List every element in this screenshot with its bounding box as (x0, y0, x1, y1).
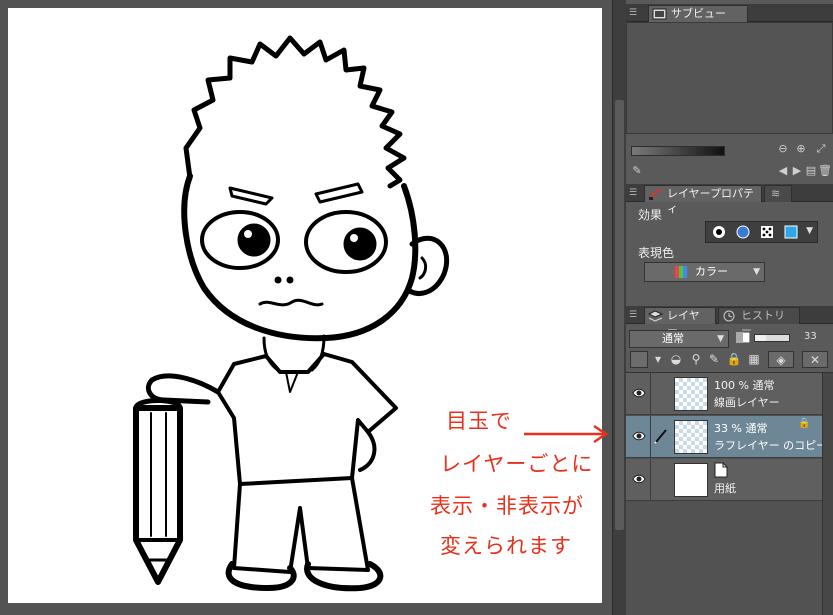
layer-color-icon[interactable] (784, 225, 798, 239)
next-image-icon[interactable]: ▶ (790, 164, 804, 178)
expression-color-select[interactable]: カラー ▼ (644, 262, 765, 282)
ruler-icon[interactable]: ✕ (802, 351, 828, 368)
zoom-out-icon[interactable]: ⊖ (776, 142, 790, 156)
canvas-vertical-scrollbar[interactable] (612, 0, 626, 615)
layer-opacity-blend: 100 % 通常 (714, 379, 775, 392)
tab-layer[interactable]: レイヤー (644, 307, 716, 337)
clip-studio-window: 目玉で レイヤーごとに 表示・非表示が 変えられます ☰ サブビュー ⊖ ⊕ ⤢… (0, 0, 833, 615)
eye-icon[interactable] (632, 387, 646, 399)
color-swatch-icon (675, 266, 687, 278)
lock-icon[interactable]: 🔒 (726, 351, 742, 368)
opacity-value[interactable]: 33 (804, 331, 817, 342)
layer-thumbnail (674, 463, 708, 497)
layer-color-swatch-icon[interactable] (630, 351, 648, 368)
panel-menu-icon[interactable]: ☰ (629, 310, 638, 320)
tab-subview[interactable]: サブビュー (648, 5, 748, 22)
layer-toolbar-tools: ▾ ◒ ⚲ ✎ 🔒 ▦ ◈ ✕ (626, 349, 833, 371)
scrollbar-thumb[interactable] (615, 100, 624, 530)
panel-menu-icon[interactable]: ☰ (629, 8, 638, 18)
blend-mode-value: 通常 (662, 332, 684, 345)
layer-row-rough-copy[interactable]: 33 % 通常 ラフレイヤー のコピー 🔒 (626, 416, 827, 458)
subview-icon (652, 8, 667, 20)
chevron-down-icon[interactable]: ▼ (806, 226, 813, 236)
layer-row-divider (650, 373, 651, 415)
layer-opacity-blend: 33 % 通常 (714, 422, 768, 435)
tab-layer-search[interactable]: ≋ (764, 185, 792, 202)
annotation-line-1: 目玉で (446, 409, 512, 433)
chevron-down-icon[interactable]: ▾ (650, 351, 666, 368)
lock-transparency-icon[interactable]: ▦ (746, 351, 762, 368)
layer-row-lineart[interactable]: 100 % 通常 線画レイヤー (626, 373, 822, 415)
prev-image-icon[interactable]: ◀ (776, 164, 790, 178)
zoom-in-icon[interactable]: ⊕ (794, 142, 808, 156)
layer-thumbnail (674, 420, 708, 454)
layer-row-paper[interactable]: 用紙 (626, 459, 822, 501)
eye-icon[interactable] (632, 430, 646, 442)
chevron-down-icon: ▼ (717, 334, 724, 344)
trash-icon[interactable]: 🗑 (818, 164, 832, 178)
tab-layer-property[interactable]: レイヤープロパティ (644, 185, 762, 215)
tab-history[interactable]: ヒストリー (718, 307, 800, 337)
border-effect-icon[interactable] (712, 225, 726, 239)
layer-property-header: ☰ レイヤープロパティ ≋ (626, 184, 833, 215)
canvas-area[interactable]: 目玉で レイヤーごとに 表示・非表示が 変えられます (0, 0, 612, 615)
layer-name: 線画レイヤー (714, 396, 780, 409)
fit-view-icon[interactable]: ⤢ (814, 142, 828, 156)
draft-layer-icon[interactable]: ✎ (706, 351, 722, 368)
color-effect-icon[interactable] (736, 225, 750, 239)
subview-gradient-bar (631, 146, 725, 156)
layer-stack-icon: ≋ (771, 187, 781, 200)
chevron-down-icon: ▼ (753, 267, 760, 277)
blend-mode-select[interactable]: 通常 ▼ (629, 330, 729, 348)
expression-color-value: カラー (695, 265, 728, 278)
layer-icon (648, 310, 663, 322)
layer-panel-header: ☰ レイヤー ヒストリー (626, 306, 833, 337)
subview-area[interactable] (626, 22, 833, 134)
opacity-icon (736, 332, 750, 343)
paper-layer-icon (714, 462, 728, 478)
clip-layer-icon[interactable]: ◒ (668, 351, 684, 368)
eye-icon[interactable] (632, 473, 646, 485)
tab-subview-label: サブビュー (671, 7, 726, 20)
subview-tools: ⊖ ⊕ ⤢ ✎ ◀ ▶ ▤ 🗑 (626, 136, 833, 182)
mask-icon[interactable]: ◈ (768, 351, 794, 368)
layer-thumbnail (674, 377, 708, 411)
layer-list-scrollbar[interactable] (822, 373, 833, 615)
reference-layer-icon[interactable]: ⚲ (688, 351, 704, 368)
lock-icon: 🔒 (798, 418, 811, 429)
subview-header: ☰ サブビュー (626, 4, 833, 22)
layer-property-icon (649, 188, 662, 200)
effect-label: 効果 (638, 208, 663, 222)
layer-toolbar-blend: 通常 ▼ 33 (626, 327, 833, 349)
right-panel: ☰ サブビュー ⊖ ⊕ ⤢ ✎ ◀ ▶ ▤ 🗑 ☰ レイヤープロパティ ≋ 効果… (626, 0, 833, 615)
opacity-slider[interactable] (754, 334, 790, 342)
tone-effect-icon[interactable] (760, 225, 774, 239)
history-icon (723, 310, 735, 322)
annotation-line-4: 変えられます (440, 534, 572, 558)
layer-name: 用紙 (714, 482, 736, 495)
open-folder-icon[interactable]: ▤ (804, 164, 818, 178)
effect-buttons: ▼ (705, 221, 818, 243)
tab-layer-property-label: レイヤープロパティ (667, 187, 755, 215)
annotation-line-3: 表示・非表示が (430, 494, 584, 518)
opacity-slider-fill (755, 335, 767, 341)
annotation-line-2: レイヤーごとに (440, 452, 594, 476)
layer-row-divider (650, 416, 651, 458)
eyedropper-icon[interactable]: ✎ (630, 164, 644, 178)
layer-list: 100 % 通常 線画レイヤー 33 % 通常 ラフレイヤー のコピー 🔒 用紙 (626, 372, 833, 615)
layer-name: ラフレイヤー のコピー (714, 439, 828, 452)
panel-menu-icon[interactable]: ☰ (629, 188, 638, 198)
edit-pen-icon (654, 429, 667, 444)
layer-row-divider (650, 459, 651, 501)
expression-color-label: 表現色 (638, 246, 675, 260)
